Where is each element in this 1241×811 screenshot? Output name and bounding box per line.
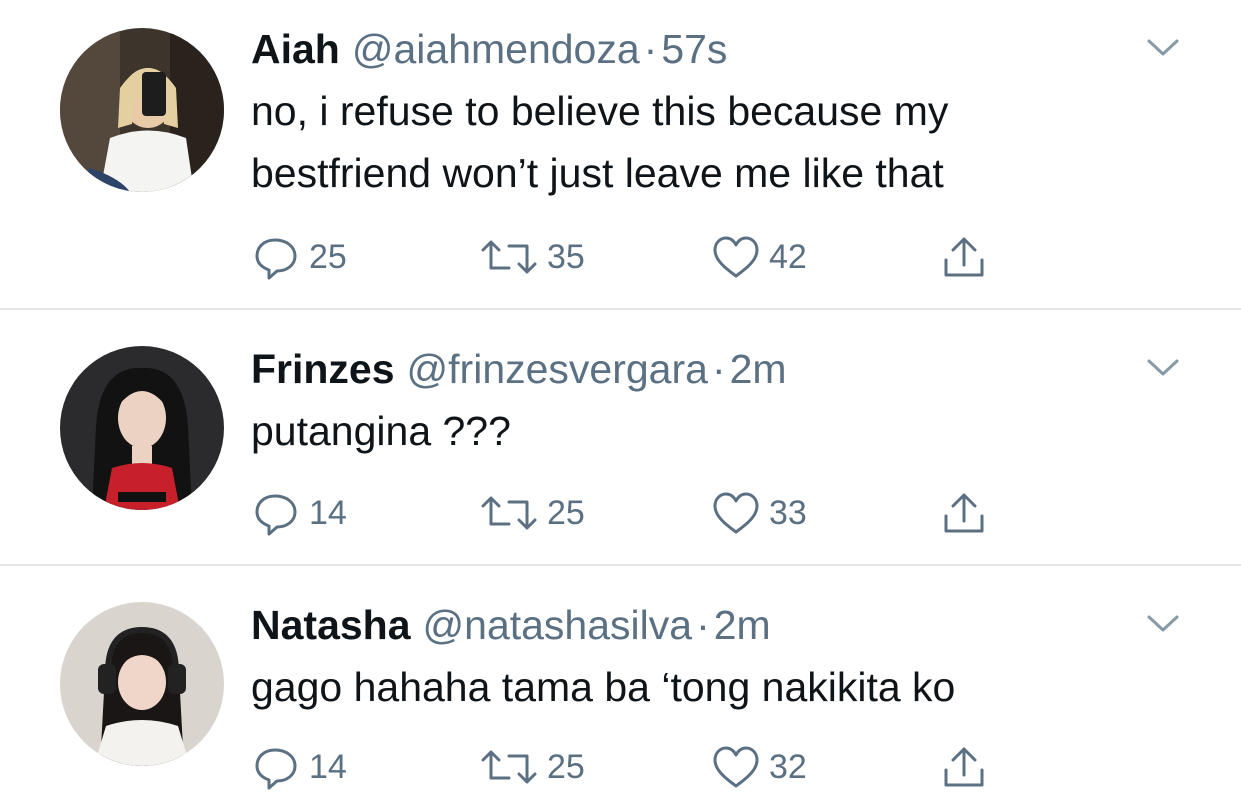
like-count: 33 [769, 493, 807, 532]
tweet-header: Natasha @natashasilva·2m [251, 600, 771, 650]
retweet-button[interactable]: 25 [479, 488, 585, 538]
tweet[interactable]: Aiah @aiahmendoza·57s no, i refuse to bel… [0, 0, 1241, 309]
reply-button[interactable]: 14 [251, 488, 347, 538]
avatar[interactable] [60, 602, 224, 766]
tweet-text: putangina ??? [251, 400, 1151, 462]
tweet-actions: 25 35 42 [251, 232, 1011, 282]
like-button[interactable]: 32 [711, 742, 807, 792]
reply-count: 25 [309, 237, 347, 276]
reply-count: 14 [309, 747, 347, 786]
heart-icon [713, 236, 759, 278]
display-name[interactable]: Aiah [251, 26, 340, 72]
tweet-text-line: no, i refuse to believe this because my [251, 88, 949, 134]
reply-button[interactable]: 25 [251, 232, 347, 282]
heart-icon [713, 746, 759, 788]
tweet-text: gago hahaha tama ba ‘tong nakikita ko [251, 656, 1151, 718]
tweet-header: Frinzes @frinzesvergara·2m [251, 344, 787, 394]
like-count: 32 [769, 747, 807, 786]
display-name[interactable]: Frinzes [251, 346, 395, 392]
like-button[interactable]: 33 [711, 488, 807, 538]
tweet-actions: 14 25 32 [251, 742, 1011, 792]
heart-icon [713, 492, 759, 534]
like-count: 42 [769, 237, 807, 276]
tweet[interactable]: Natasha @natashasilva·2m gago hahaha tama… [0, 566, 1241, 811]
share-button[interactable] [939, 488, 989, 538]
reply-icon [255, 748, 297, 790]
tweet-text: no, i refuse to believe this because my … [251, 80, 1151, 204]
retweet-count: 25 [547, 747, 585, 786]
reply-button[interactable]: 14 [251, 742, 347, 792]
retweet-count: 35 [547, 237, 585, 276]
tweet-actions: 14 25 33 [251, 488, 1011, 538]
timestamp[interactable]: 2m [714, 602, 771, 648]
tweet[interactable]: Frinzes @frinzesvergara·2m putangina ??? … [0, 310, 1241, 565]
tweet-text-line: gago hahaha tama ba ‘tong nakikita ko [251, 664, 956, 710]
separator-dot: · [711, 346, 726, 392]
reply-count: 14 [309, 493, 347, 532]
share-icon [944, 237, 984, 277]
tweet-header: Aiah @aiahmendoza·57s [251, 24, 727, 74]
like-button[interactable]: 42 [711, 232, 807, 282]
retweet-button[interactable]: 35 [479, 232, 585, 282]
share-button[interactable] [939, 742, 989, 792]
reply-icon [255, 494, 297, 536]
avatar[interactable] [60, 28, 224, 192]
reply-icon [255, 238, 297, 280]
share-button[interactable] [939, 232, 989, 282]
share-icon [944, 493, 984, 533]
tweet-text-line: putangina ??? [251, 408, 511, 454]
display-name[interactable]: Natasha [251, 602, 411, 648]
retweet-icon [481, 240, 537, 274]
user-handle[interactable]: @aiahmendoza [352, 26, 640, 72]
user-handle[interactable]: @natashasilva [423, 602, 693, 648]
tweet-text-line: bestfriend won’t just leave me like that [251, 150, 944, 196]
retweet-count: 25 [547, 493, 585, 532]
share-icon [944, 747, 984, 787]
retweet-button[interactable]: 25 [479, 742, 585, 792]
timestamp[interactable]: 2m [730, 346, 787, 392]
avatar[interactable] [60, 346, 224, 510]
user-handle[interactable]: @frinzesvergara [407, 346, 708, 392]
chevron-down-icon[interactable] [1143, 612, 1183, 636]
retweet-icon [481, 750, 537, 784]
separator-dot: · [696, 602, 710, 648]
chevron-down-icon[interactable] [1143, 36, 1183, 60]
timestamp[interactable]: 57s [661, 26, 727, 72]
chevron-down-icon[interactable] [1143, 356, 1183, 380]
separator-dot: · [643, 26, 658, 72]
retweet-icon [481, 496, 537, 530]
